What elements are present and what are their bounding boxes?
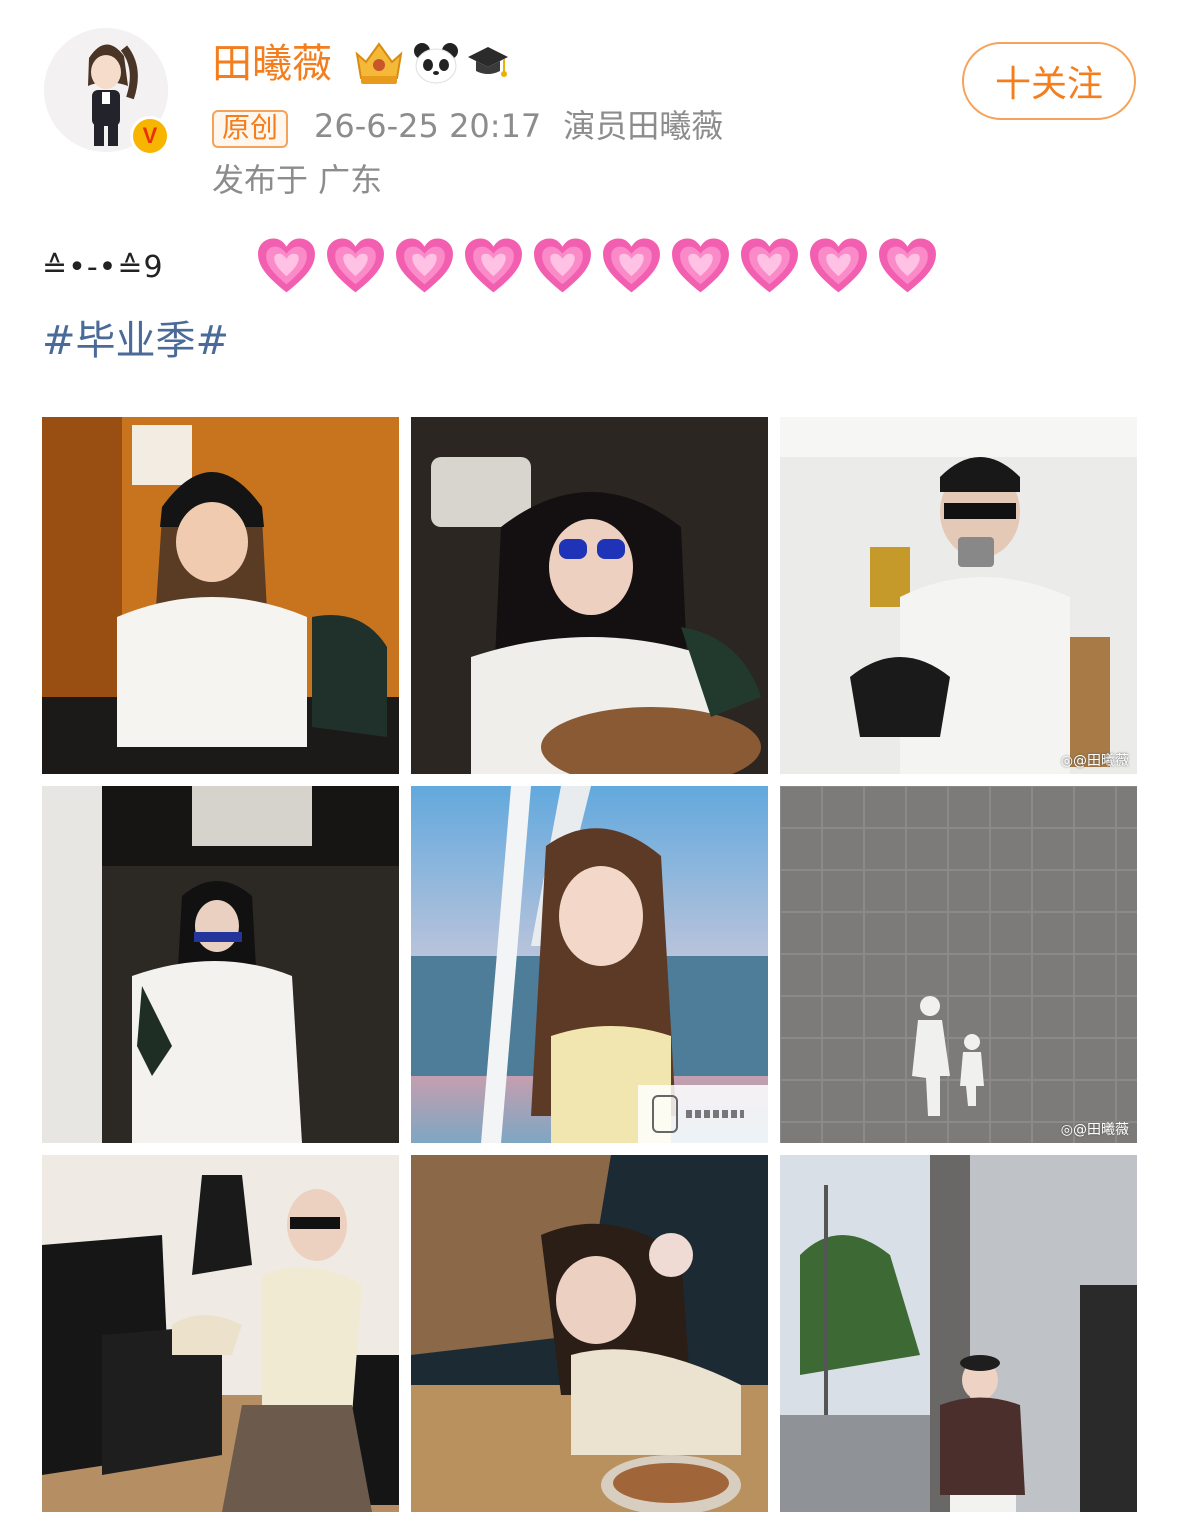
heart-row	[256, 236, 938, 296]
verified-v-icon: V	[130, 116, 170, 156]
crown-icon[interactable]	[352, 40, 406, 86]
photo-1[interactable]	[42, 417, 399, 774]
photo-1-image	[42, 417, 399, 774]
photo-3-image	[780, 417, 1137, 774]
heart-icon	[741, 238, 798, 293]
photo-grid: ◎@田曦薇 ◎@田曦薇	[42, 417, 1137, 1512]
panda-icon[interactable]	[412, 41, 460, 85]
live-progress-bar	[686, 1110, 744, 1118]
photo-6-watermark: ◎@田曦薇	[1060, 1122, 1129, 1138]
photo-3-watermark: ◎@田曦薇	[1060, 753, 1129, 769]
photo-6-image	[780, 786, 1137, 1143]
post-kaomoji: ≙•-•≙9	[42, 250, 164, 285]
heart-icon	[672, 238, 729, 293]
heart-icon	[327, 238, 384, 293]
heart-icon	[465, 238, 522, 293]
follow-button[interactable]: 十关注	[962, 42, 1136, 120]
photo-3[interactable]: ◎@田曦薇	[780, 417, 1137, 774]
live-photo-indicator[interactable]	[638, 1085, 768, 1143]
original-tag: 原创	[212, 110, 289, 148]
post-source[interactable]: 演员田曦薇	[563, 107, 723, 145]
photo-7-image	[42, 1155, 399, 1512]
photo-2-image	[411, 417, 768, 774]
user-badges	[352, 40, 510, 86]
heart-icon	[396, 238, 453, 293]
heart-icon	[258, 238, 315, 293]
graduation-cap-icon[interactable]	[466, 43, 510, 83]
username[interactable]: 田曦薇	[212, 40, 332, 88]
photo-9-image	[780, 1155, 1137, 1512]
photo-8[interactable]	[411, 1155, 768, 1512]
photo-9[interactable]	[780, 1155, 1137, 1512]
photo-7[interactable]	[42, 1155, 399, 1512]
photo-5[interactable]	[411, 786, 768, 1143]
photo-4-image	[42, 786, 399, 1143]
post-location: 发布于 广东	[212, 161, 383, 199]
post-meta: 26-6-25 20:17 演员田曦薇	[314, 106, 723, 146]
heart-icon	[534, 238, 591, 293]
heart-icon	[879, 238, 936, 293]
live-photo-icon	[652, 1095, 678, 1133]
heart-icon	[810, 238, 867, 293]
heart-icon	[603, 238, 660, 293]
photo-8-image	[411, 1155, 768, 1512]
photo-2[interactable]	[411, 417, 768, 774]
post-timestamp: 26-6-25 20:17	[314, 107, 542, 145]
photo-4[interactable]	[42, 786, 399, 1143]
photo-6[interactable]: ◎@田曦薇	[780, 786, 1137, 1143]
hashtag-link[interactable]: #毕业季#	[42, 316, 229, 366]
